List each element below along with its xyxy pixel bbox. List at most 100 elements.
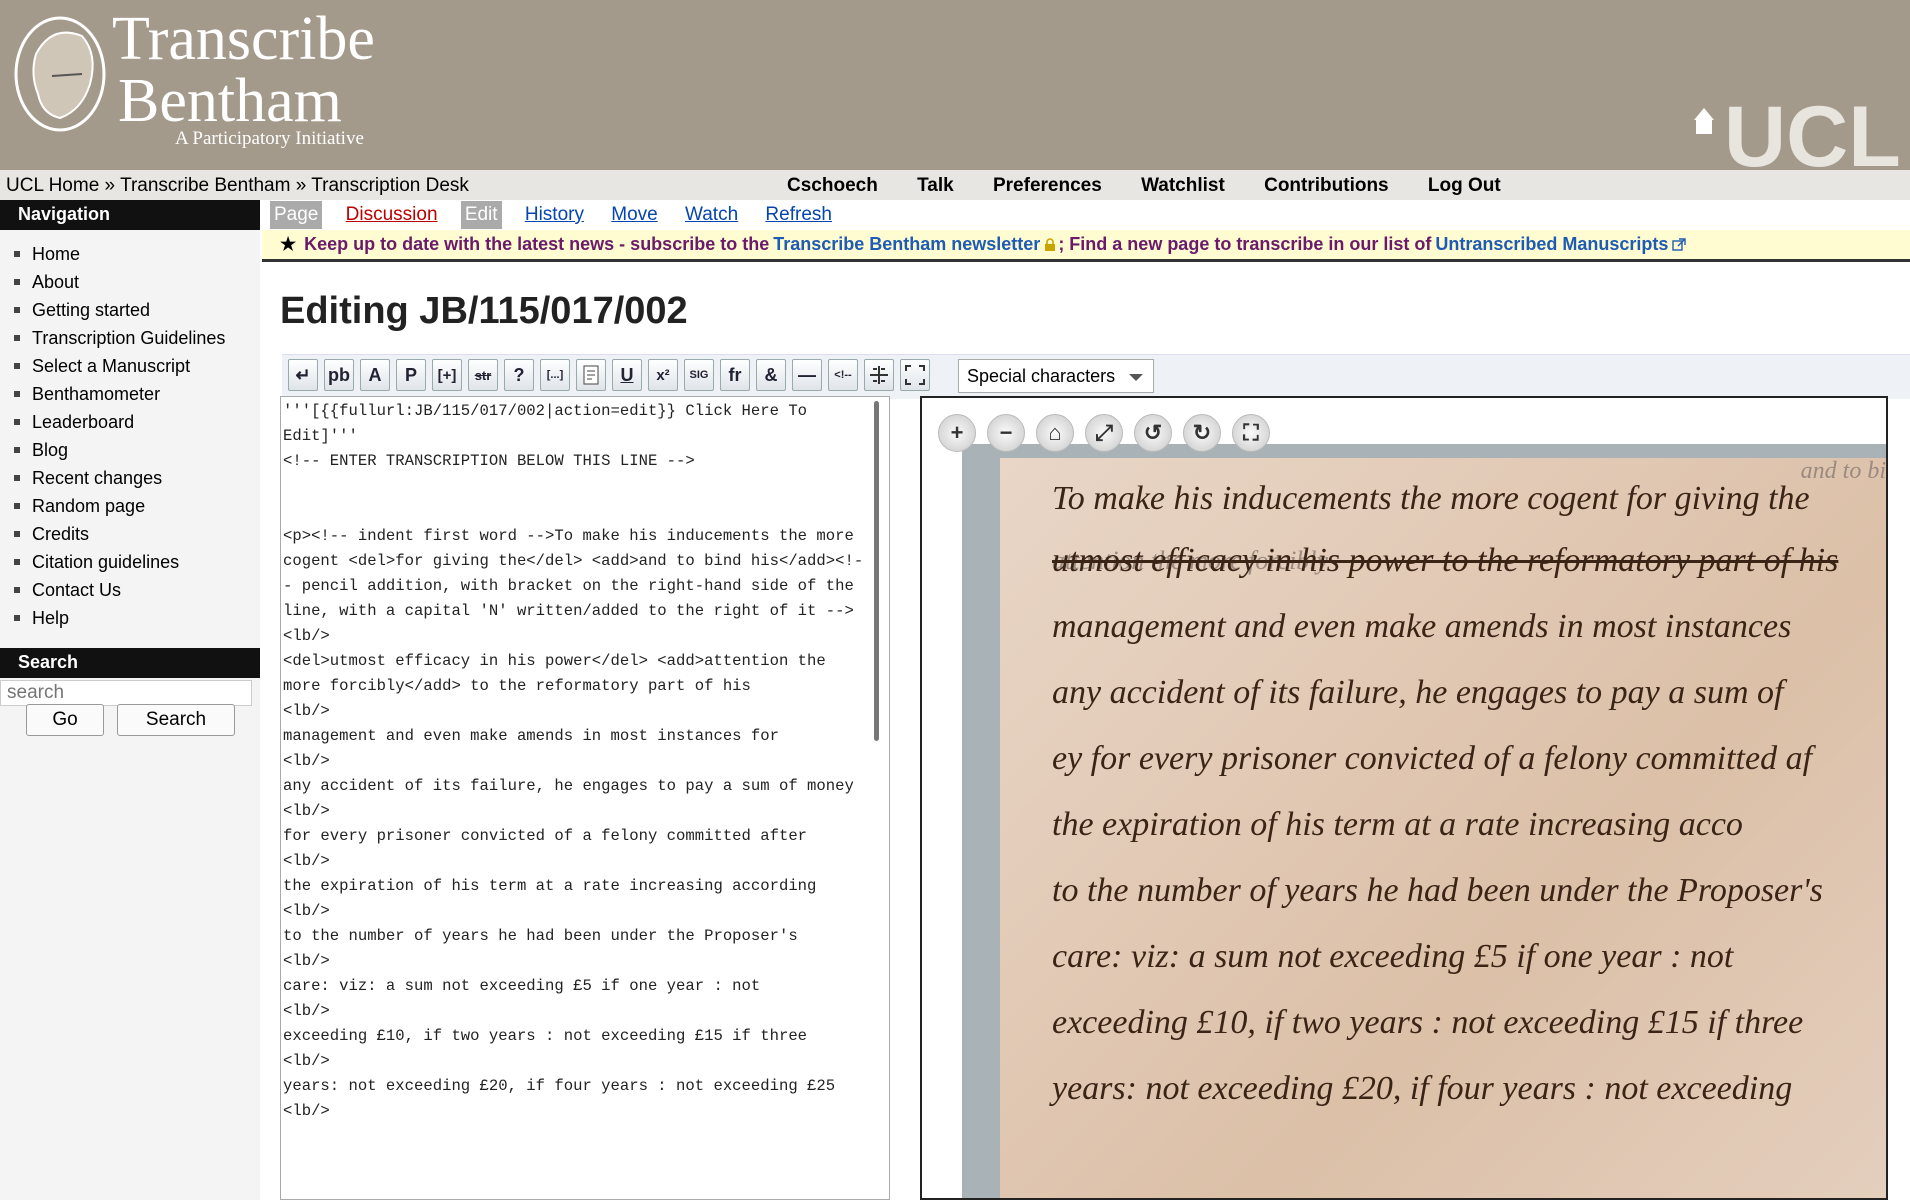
- user-link-logout[interactable]: Log Out: [1428, 175, 1501, 196]
- ampersand-button[interactable]: &: [756, 359, 786, 391]
- site-notice: ★ Keep up to date with the latest news -…: [262, 230, 1910, 262]
- nav-link[interactable]: Contact Us: [32, 580, 121, 601]
- tab-history[interactable]: History: [521, 201, 588, 229]
- home-icon[interactable]: ⌂: [1036, 414, 1074, 452]
- search-button[interactable]: Search: [117, 704, 235, 736]
- zoom-in-icon[interactable]: +: [938, 414, 976, 452]
- tab-refresh[interactable]: Refresh: [761, 201, 836, 229]
- newsletter-link[interactable]: Transcribe Bentham newsletter: [773, 234, 1040, 255]
- nav-item-random-page[interactable]: Random page: [14, 492, 260, 520]
- nav-link[interactable]: Help: [32, 608, 69, 629]
- manuscript-line-1: To make his inducements the more cogent …: [1052, 480, 1810, 517]
- nav-link[interactable]: Recent changes: [32, 468, 162, 489]
- fit-screen-icon[interactable]: ⤢: [1085, 414, 1123, 452]
- nav-link[interactable]: Benthamometer: [32, 384, 160, 405]
- tab-edit[interactable]: Edit: [460, 201, 502, 229]
- nav-link[interactable]: Leaderboard: [32, 412, 134, 433]
- logo-subtitle: A Participatory Initiative: [175, 128, 364, 149]
- nav-item-contact-us[interactable]: Contact Us: [14, 576, 260, 604]
- line-break-button[interactable]: ↵: [288, 359, 318, 391]
- manuscript-line-9: exceeding £10, if two years : not exceed…: [1052, 1004, 1804, 1041]
- tab-watch[interactable]: Watch: [681, 201, 742, 229]
- user-link-contributions[interactable]: Contributions: [1264, 175, 1389, 196]
- nav-item-help[interactable]: Help: [14, 604, 260, 632]
- nav-item-leaderboard[interactable]: Leaderboard: [14, 408, 260, 436]
- breadcrumb-transcription-desk[interactable]: Transcription Desk: [311, 175, 469, 196]
- foreign-button[interactable]: fr: [720, 359, 750, 391]
- site-logo-title[interactable]: Transcribe Bentham: [112, 8, 375, 132]
- nav-item-blog[interactable]: Blog: [14, 436, 260, 464]
- nav-item-credits[interactable]: Credits: [14, 520, 260, 548]
- note-button[interactable]: [576, 359, 606, 391]
- manuscript-line-6: the expiration of his term at a rate inc…: [1052, 806, 1743, 843]
- table-button[interactable]: [864, 359, 894, 391]
- user-link-preferences[interactable]: Preferences: [993, 175, 1102, 196]
- heading-button[interactable]: A: [360, 359, 390, 391]
- nav-link[interactable]: Credits: [32, 524, 89, 545]
- rotate-right-icon[interactable]: ↻: [1183, 414, 1221, 452]
- breadcrumb-transcribe-bentham[interactable]: Transcribe Bentham: [120, 175, 290, 196]
- manuscript-viewer[interactable]: and to bind attention the more forcibly …: [920, 396, 1888, 1200]
- nav-link[interactable]: Home: [32, 244, 80, 265]
- nav-item-citation-guidelines[interactable]: Citation guidelines: [14, 548, 260, 576]
- search-heading: Search: [0, 648, 260, 678]
- nav-link[interactable]: Blog: [32, 440, 68, 461]
- navigation-heading: Navigation: [0, 200, 260, 230]
- ucl-logo-text: UCL: [1724, 90, 1900, 170]
- comment-button[interactable]: <!--: [828, 359, 858, 391]
- table-icon: [870, 366, 888, 384]
- nav-item-recent-changes[interactable]: Recent changes: [14, 464, 260, 492]
- breadcrumb-ucl-home[interactable]: UCL Home: [6, 175, 99, 196]
- edit-toolbar: ↵ pb A P [+] str ? [...] U x² SIG fr & —…: [282, 354, 1910, 399]
- nav-item-home[interactable]: Home: [14, 240, 260, 268]
- tab-page[interactable]: Page: [270, 201, 323, 229]
- zoom-out-icon[interactable]: −: [987, 414, 1025, 452]
- page-break-button[interactable]: pb: [324, 359, 354, 391]
- nav-link[interactable]: Select a Manuscript: [32, 356, 190, 377]
- nav-item-select-manuscript[interactable]: Select a Manuscript: [14, 352, 260, 380]
- go-button[interactable]: Go: [26, 704, 104, 736]
- nav-link[interactable]: Transcription Guidelines: [32, 328, 225, 349]
- editor-textarea[interactable]: '''[{{fullurl:JB/115/017/002|action=edit…: [283, 399, 871, 1124]
- user-link-watchlist[interactable]: Watchlist: [1141, 175, 1225, 196]
- user-link-talk[interactable]: Talk: [917, 175, 954, 196]
- superscript-button[interactable]: x²: [648, 359, 678, 391]
- tab-discussion[interactable]: Discussion: [342, 201, 442, 229]
- breadcrumb-separator: »: [104, 175, 116, 196]
- nav-item-benthamometer[interactable]: Benthamometer: [14, 380, 260, 408]
- fullscreen-icon[interactable]: ⛶: [1232, 414, 1270, 452]
- user-link-username[interactable]: Cschoech: [787, 175, 878, 196]
- illegible-button[interactable]: [...]: [540, 359, 570, 391]
- page-title: Editing JB/115/017/002: [280, 290, 688, 332]
- dash-button[interactable]: —: [792, 359, 822, 391]
- search-input[interactable]: [0, 680, 252, 706]
- nav-link[interactable]: Citation guidelines: [32, 552, 179, 573]
- nav-link[interactable]: Getting started: [32, 300, 150, 321]
- bentham-portrait-logo[interactable]: [12, 14, 108, 134]
- paragraph-button[interactable]: P: [396, 359, 426, 391]
- questionable-button[interactable]: ?: [504, 359, 534, 391]
- addition-button[interactable]: [+]: [432, 359, 462, 391]
- nav-link[interactable]: Random page: [32, 496, 145, 517]
- fullscreen-button[interactable]: [900, 359, 930, 391]
- manuscript-line-4: any accident of its failure, he engages …: [1052, 674, 1784, 711]
- nav-item-transcription-guidelines[interactable]: Transcription Guidelines: [14, 324, 260, 352]
- nav-item-getting-started[interactable]: Getting started: [14, 296, 260, 324]
- nav-item-about[interactable]: About: [14, 268, 260, 296]
- underline-button[interactable]: U: [612, 359, 642, 391]
- tab-move[interactable]: Move: [607, 201, 661, 229]
- ucl-logo[interactable]: UCL: [1690, 90, 1900, 170]
- page-tabs: Page Discussion Edit History Move Watch …: [270, 201, 850, 229]
- editor-scrollbar[interactable]: [874, 401, 879, 741]
- wikitext-editor[interactable]: '''[{{fullurl:JB/115/017/002|action=edit…: [280, 396, 890, 1200]
- untranscribed-manuscripts-link[interactable]: Untranscribed Manuscripts: [1435, 234, 1668, 255]
- manuscript-image[interactable]: and to bind attention the more forcibly …: [962, 444, 1886, 1198]
- nav-link[interactable]: About: [32, 272, 79, 293]
- rotate-left-icon[interactable]: ↺: [1134, 414, 1172, 452]
- signature-button[interactable]: SIG: [684, 359, 714, 391]
- deletion-button[interactable]: str: [468, 359, 498, 391]
- special-characters-dropdown[interactable]: Special characters: [958, 359, 1154, 393]
- site-header: Transcribe Bentham A Participatory Initi…: [0, 0, 1910, 170]
- manuscript-line-5: ey for every prisoner convicted of a fel…: [1052, 740, 1813, 777]
- top-bar: UCL Home » Transcribe Bentham » Transcri…: [0, 170, 1910, 200]
